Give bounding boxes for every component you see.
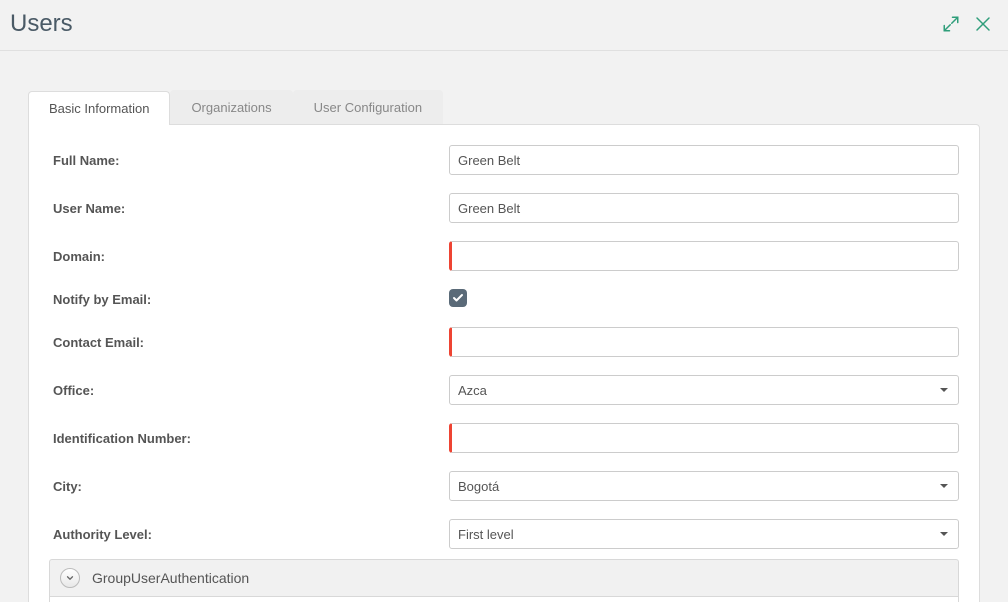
close-icon[interactable]	[974, 15, 992, 33]
label-identification-number: Identification Number:	[49, 431, 449, 446]
chevron-down-icon	[940, 532, 948, 536]
domain-input[interactable]	[449, 241, 959, 271]
tab-basic-information[interactable]: Basic Information	[28, 91, 170, 125]
notify-email-checkbox[interactable]	[449, 289, 467, 307]
row-domain: Domain:	[49, 241, 959, 271]
row-full-name: Full Name:	[49, 145, 959, 175]
chevron-down-icon	[940, 484, 948, 488]
page-title: Users	[10, 10, 73, 38]
user-name-input[interactable]	[449, 193, 959, 223]
row-authority-level: Authority Level: First level	[49, 519, 959, 549]
collapse-toggle[interactable]	[60, 568, 80, 588]
basic-info-panel: Full Name: User Name: Domain: Notify by …	[28, 124, 980, 602]
office-select-value: Azca	[458, 383, 487, 398]
identification-number-input[interactable]	[449, 423, 959, 453]
label-contact-email: Contact Email:	[49, 335, 449, 350]
group-user-authentication-body: Password: Expired Password:	[50, 596, 958, 602]
label-full-name: Full Name:	[49, 153, 449, 168]
row-city: City: Bogotá	[49, 471, 959, 501]
row-notify-email: Notify by Email:	[49, 289, 959, 309]
label-city: City:	[49, 479, 449, 494]
city-select-value: Bogotá	[458, 479, 499, 494]
full-name-input[interactable]	[449, 145, 959, 175]
authority-level-select-value: First level	[458, 527, 514, 542]
label-notify-email: Notify by Email:	[49, 292, 449, 307]
label-domain: Domain:	[49, 249, 449, 264]
group-user-authentication-header: GroupUserAuthentication	[50, 560, 958, 596]
label-authority-level: Authority Level:	[49, 527, 449, 542]
row-user-name: User Name:	[49, 193, 959, 223]
authority-level-select[interactable]: First level	[449, 519, 959, 549]
row-contact-email: Contact Email:	[49, 327, 959, 357]
office-select[interactable]: Azca	[449, 375, 959, 405]
row-office: Office: Azca	[49, 375, 959, 405]
tab-strip: Basic Information Organizations User Con…	[28, 90, 980, 124]
tab-user-configuration[interactable]: User Configuration	[293, 90, 443, 124]
chevron-down-icon	[940, 388, 948, 392]
label-office: Office:	[49, 383, 449, 398]
contact-email-input[interactable]	[449, 327, 959, 357]
label-user-name: User Name:	[49, 201, 449, 216]
users-dialog: Users Basic Information Organizations Us…	[0, 0, 1008, 602]
maximize-icon[interactable]	[942, 15, 960, 33]
tab-organizations[interactable]: Organizations	[170, 90, 292, 124]
city-select[interactable]: Bogotá	[449, 471, 959, 501]
header-actions	[942, 15, 992, 33]
content-scroll[interactable]: Basic Information Organizations User Con…	[0, 60, 1008, 602]
dialog-header: Users	[0, 0, 1008, 51]
group-user-authentication-title: GroupUserAuthentication	[92, 570, 249, 586]
row-identification-number: Identification Number:	[49, 423, 959, 453]
group-user-authentication: GroupUserAuthentication Password: Expire…	[49, 559, 959, 602]
